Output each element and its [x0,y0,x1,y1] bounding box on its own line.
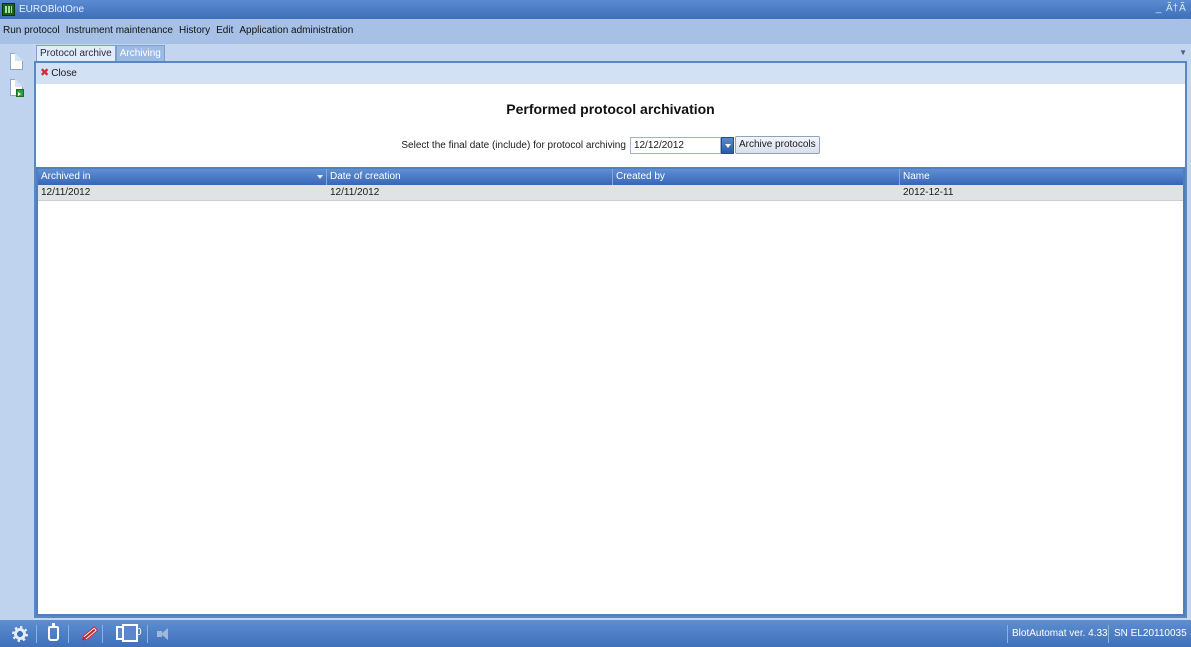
panel-toolbar: ✖ Close [36,63,1185,84]
status-divider [1108,625,1109,643]
archiving-panel: ✖ Close Performed protocol archivation S… [34,61,1187,618]
cell-created-by [613,185,900,200]
column-header-label: Created by [616,171,665,182]
plates-count: 0 [136,627,142,638]
final-date-input[interactable]: 12/12/2012 [629,136,721,154]
tab-list-dropdown-icon[interactable]: ▼ [1179,48,1187,57]
serial-number-label: SN EL20110035 [1114,628,1187,639]
page-title: Performed protocol archivation [506,101,715,117]
settings-icon[interactable] [12,626,28,642]
column-header-date-of-creation[interactable]: Date of creation [327,169,613,185]
column-header-label: Name [903,171,930,182]
column-header-name[interactable]: Name [900,169,1183,185]
status-divider [147,625,148,643]
green-arrow-icon [16,89,24,97]
export-document-icon [10,79,24,97]
window-title: EUROBlotOne [19,4,85,15]
column-header-created-by[interactable]: Created by [613,169,900,185]
export-document-button[interactable] [9,78,25,98]
menu-edit[interactable]: Edit [213,25,236,36]
status-divider [102,625,103,643]
close-icon[interactable]: ✖ [40,68,49,79]
app-logo-icon [2,3,15,16]
title-bar: EUROBlotOne _ Ã† Ã— [0,0,1191,25]
column-header-archived-in[interactable]: Archived in [38,169,327,185]
menu-history[interactable]: History [176,25,213,36]
tab-archiving[interactable]: Archiving [115,45,165,61]
new-document-icon [10,53,23,70]
column-header-label: Date of creation [330,171,401,182]
archive-filter-row: Select the final date (include) for prot… [36,136,1185,154]
pipette-icon[interactable] [77,623,100,646]
tab-protocol-archive[interactable]: Protocol archive [36,45,116,61]
column-header-label: Archived in [41,171,91,182]
document-tabs: Protocol archive Archiving [36,45,165,61]
menu-instrument-maintenance[interactable]: Instrument maintenance [63,25,176,36]
new-document-button[interactable] [9,52,25,72]
menu-bar: Run protocol Instrument maintenance Hist… [0,19,1191,44]
table-row[interactable]: 12/11/2012 12/11/2012 2012-12-11 [38,185,1183,201]
speaker-icon[interactable] [157,628,171,640]
archived-protocols-table: Archived in Date of creation Created by … [36,167,1185,616]
cell-archived-in: 12/11/2012 [41,187,91,198]
plates-icon[interactable] [116,624,138,642]
status-divider [1007,625,1008,643]
menu-application-administration[interactable]: Application administration [236,25,356,36]
menu-run-protocol[interactable]: Run protocol [0,25,63,36]
archive-protocols-button[interactable]: Archive protocols [734,136,820,154]
cell-date-of-creation: 12/11/2012 [330,187,380,198]
version-label: BlotAutomat ver. 4.33 [1012,628,1108,639]
status-divider [36,625,37,643]
left-toolbar [0,44,33,620]
table-header: Archived in Date of creation Created by … [38,169,1183,185]
status-bar: 0 BlotAutomat ver. 4.33 SN EL20110035 [0,620,1191,647]
cell-name: 2012-12-11 [903,187,954,198]
bottle-icon[interactable] [48,623,59,641]
status-divider [68,625,69,643]
sort-descending-icon [317,175,323,179]
close-button[interactable]: Close [51,68,77,79]
date-picker-dropdown-icon[interactable] [720,136,734,154]
final-date-label: Select the final date (include) for prot… [401,139,626,151]
